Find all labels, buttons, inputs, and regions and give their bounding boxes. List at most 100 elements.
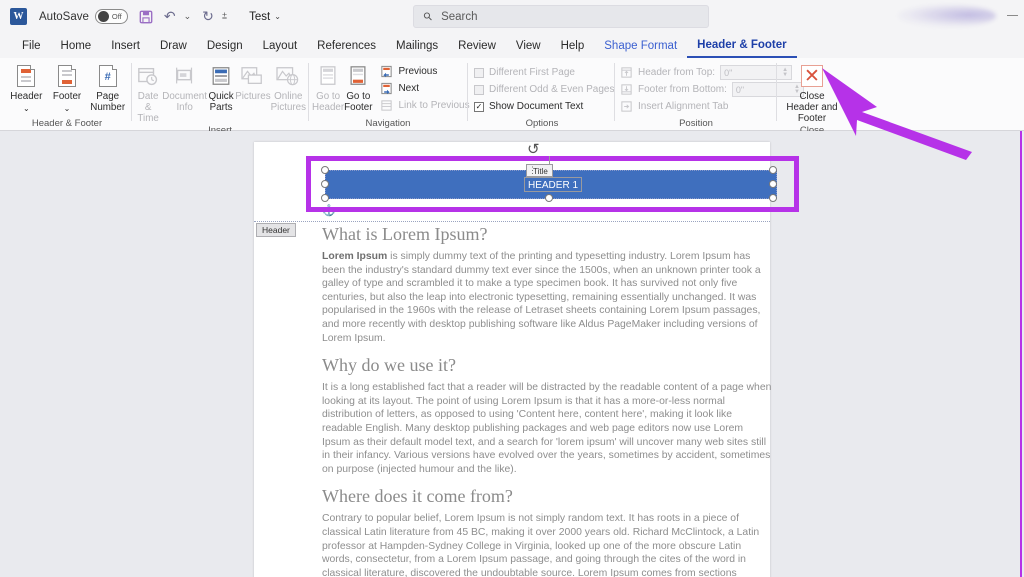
chevron-down-icon[interactable]: ⌄: [23, 103, 30, 114]
ribbon-group-close: ✕ Close Header and Footer Close: [778, 58, 846, 131]
tab-file[interactable]: File: [12, 33, 51, 58]
tab-shape-format[interactable]: Shape Format: [594, 33, 687, 58]
resize-handle-top-left[interactable]: [321, 166, 329, 174]
link-to-previous-button[interactable]: Link to Previous: [378, 97, 469, 114]
tab-help[interactable]: Help: [551, 33, 595, 58]
chevron-down-icon[interactable]: ⌄: [64, 103, 71, 114]
tab-mailings[interactable]: Mailings: [386, 33, 448, 58]
checkbox-icon: [474, 85, 484, 95]
section-paragraph: Lorem Ipsum is simply dummy text of the …: [322, 250, 772, 345]
ribbon-group-position: Header from Top: 0" ▲▼ Footer from Botto…: [618, 58, 774, 131]
resize-handle-middle-left[interactable]: [321, 180, 329, 188]
page-number-button[interactable]: # Page Number: [87, 62, 128, 113]
different-first-page-checkbox[interactable]: Different First Page: [472, 64, 614, 81]
redo-icon[interactable]: ↻: [202, 7, 214, 27]
previous-icon: [380, 65, 393, 78]
rotate-handle-icon[interactable]: ↻: [527, 140, 540, 158]
header-from-top-icon: [620, 66, 633, 79]
page-number-icon: #: [99, 62, 117, 90]
paragraph-lead: Lorem Ipsum: [322, 251, 387, 262]
link-to-previous-label: Link to Previous: [398, 100, 469, 111]
header-button[interactable]: Header ⌄: [6, 62, 47, 114]
resize-handle-top-right[interactable]: [769, 166, 777, 174]
previous-label: Previous: [398, 66, 437, 77]
pictures-button[interactable]: Pictures: [235, 62, 270, 102]
go-to-header-label: Go to Header: [312, 91, 344, 113]
footer-button[interactable]: Footer ⌄: [47, 62, 88, 114]
customize-quick-access-icon[interactable]: ⩲: [222, 7, 227, 27]
document-content[interactable]: What is Lorem Ipsum? Lorem Ipsum is simp…: [322, 224, 772, 577]
search-icon: ⚲: [421, 9, 436, 24]
header-area-tag: Header: [256, 223, 296, 237]
different-odd-even-pages-checkbox[interactable]: Different Odd & Even Pages: [472, 81, 614, 98]
next-label: Next: [398, 83, 419, 94]
group-title-position: Position: [618, 117, 774, 131]
ribbon-group-options: Different First Page Different Odd & Eve…: [472, 58, 612, 131]
header-from-top-value: 0": [724, 68, 732, 78]
next-button[interactable]: Next: [378, 80, 469, 97]
autosave-label: AutoSave: [39, 11, 89, 23]
date-and-time-button[interactable]: Date & Time: [134, 62, 162, 124]
show-document-text-checkbox[interactable]: ✓ Show Document Text: [472, 98, 614, 115]
quick-parts-icon: [210, 62, 232, 90]
autosave-toggle[interactable]: Off: [95, 9, 128, 24]
content-control-tag[interactable]: Title: [526, 164, 553, 177]
account-area-blurred: [898, 5, 996, 27]
tab-draw[interactable]: Draw: [150, 33, 197, 58]
date-and-time-label: Date & Time: [134, 91, 162, 124]
online-pictures-label: Online Pictures: [271, 91, 306, 113]
group-separator: [614, 63, 615, 121]
online-pictures-button[interactable]: Online Pictures: [271, 62, 306, 113]
page-number-button-label: Page Number: [87, 91, 128, 113]
search-placeholder: Search: [441, 11, 477, 23]
pictures-icon: [240, 62, 266, 90]
quick-parts-label: Quick Parts: [207, 91, 235, 113]
close-x-icon: ✕: [801, 62, 823, 90]
tab-design[interactable]: Design: [197, 33, 253, 58]
tab-insert[interactable]: Insert: [101, 33, 150, 58]
close-header-and-footer-button[interactable]: ✕ Close Header and Footer: [784, 62, 840, 124]
previous-button[interactable]: Previous: [378, 63, 469, 80]
resize-handle-middle-right[interactable]: [769, 180, 777, 188]
tab-layout[interactable]: Layout: [253, 33, 308, 58]
go-to-footer-icon: [348, 62, 368, 90]
go-to-footer-label: Go to Footer: [344, 91, 372, 113]
resize-handle-bottom-left[interactable]: [321, 194, 329, 202]
tab-home[interactable]: Home: [51, 33, 102, 58]
search-input[interactable]: ⚲ Search: [413, 5, 709, 28]
footer-from-bottom-icon: [620, 83, 633, 96]
section-heading: What is Lorem Ipsum?: [322, 224, 772, 245]
content-control-text[interactable]: HEADER 1: [524, 177, 582, 192]
header-page-icon: [17, 62, 35, 90]
save-icon[interactable]: [139, 7, 153, 27]
document-name[interactable]: Test ⌄: [249, 11, 281, 23]
group-separator: [776, 63, 777, 121]
resize-handle-bottom-center[interactable]: [545, 194, 553, 202]
pictures-label: Pictures: [235, 91, 270, 102]
footer-button-label: Footer: [53, 91, 81, 102]
paragraph-text: is simply dummy text of the printing and…: [322, 251, 761, 344]
tab-header-and-footer[interactable]: Header & Footer: [687, 33, 796, 58]
checkbox-checked-icon: ✓: [474, 102, 484, 112]
undo-icon[interactable]: ↶: [164, 7, 176, 27]
tab-references[interactable]: References: [307, 33, 386, 58]
undo-dropdown-icon[interactable]: ⌄: [184, 7, 192, 27]
go-to-footer-button[interactable]: Go to Footer: [344, 62, 372, 113]
minimize-icon[interactable]: [1007, 15, 1018, 16]
online-pictures-icon: [275, 62, 301, 90]
document-info-label: Document Info: [162, 91, 207, 113]
tab-review[interactable]: Review: [448, 33, 506, 58]
footer-from-bottom-value: 0": [736, 85, 744, 95]
resize-handle-bottom-right[interactable]: [769, 194, 777, 202]
tab-view[interactable]: View: [506, 33, 551, 58]
document-info-button[interactable]: Document Info: [162, 62, 207, 113]
ribbon-group-insert: Date & Time Document Info Quick Parts: [134, 58, 306, 131]
group-title-navigation: Navigation: [312, 117, 464, 131]
group-separator: [467, 63, 468, 121]
footer-page-icon: [58, 62, 76, 90]
go-to-header-button[interactable]: Go to Header: [312, 62, 344, 113]
word-logo-icon: W: [10, 8, 27, 25]
quick-parts-button[interactable]: Quick Parts: [207, 62, 235, 113]
show-document-text-label: Show Document Text: [489, 101, 583, 112]
date-time-icon: [137, 62, 159, 90]
